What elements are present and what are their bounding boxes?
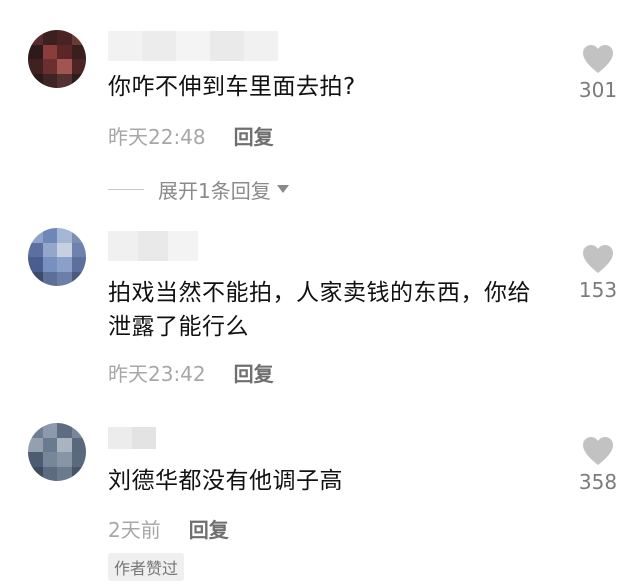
heart-icon (583, 437, 613, 465)
comment-meta: 昨天23:42 回复 (108, 358, 274, 386)
avatar[interactable] (28, 423, 86, 481)
comment-time: 昨天22:48 (108, 124, 206, 149)
username-blurred[interactable] (108, 427, 156, 449)
like-button[interactable]: 153 (570, 244, 626, 302)
reply-button[interactable]: 回复 (234, 358, 274, 387)
expand-replies-label: 展开1条回复 (158, 178, 271, 203)
avatar[interactable] (28, 30, 86, 88)
reply-button[interactable]: 回复 (189, 514, 229, 543)
comment-text: 刘德华都没有他调子高 (108, 468, 343, 494)
divider (108, 188, 144, 190)
triangle-down-icon (276, 185, 289, 193)
comment-text: 你咋不伸到车里面去拍? (108, 74, 356, 100)
like-count: 301 (578, 78, 618, 102)
avatar[interactable] (28, 228, 86, 286)
like-count: 358 (578, 470, 618, 494)
username-blurred[interactable] (108, 231, 198, 261)
expand-replies-button[interactable]: 展开1条回复 (108, 176, 289, 203)
comment-text: 拍戏当然不能拍，人家卖钱的东西，你给泄露了能行么 (108, 280, 531, 340)
like-button[interactable]: 301 (570, 44, 626, 102)
comment-time: 2天前 (108, 517, 161, 542)
username-blurred[interactable] (108, 31, 278, 61)
comment-meta: 2天前 回复 (108, 514, 229, 542)
like-button[interactable]: 358 (570, 436, 626, 494)
like-count: 153 (578, 278, 618, 302)
author-liked-badge: 作者赞过 (108, 553, 185, 581)
heart-icon (583, 45, 613, 73)
heart-icon (583, 245, 613, 273)
reply-button[interactable]: 回复 (234, 121, 274, 150)
comment-time: 昨天23:42 (108, 361, 206, 386)
comment-meta: 昨天22:48 回复 (108, 121, 274, 149)
